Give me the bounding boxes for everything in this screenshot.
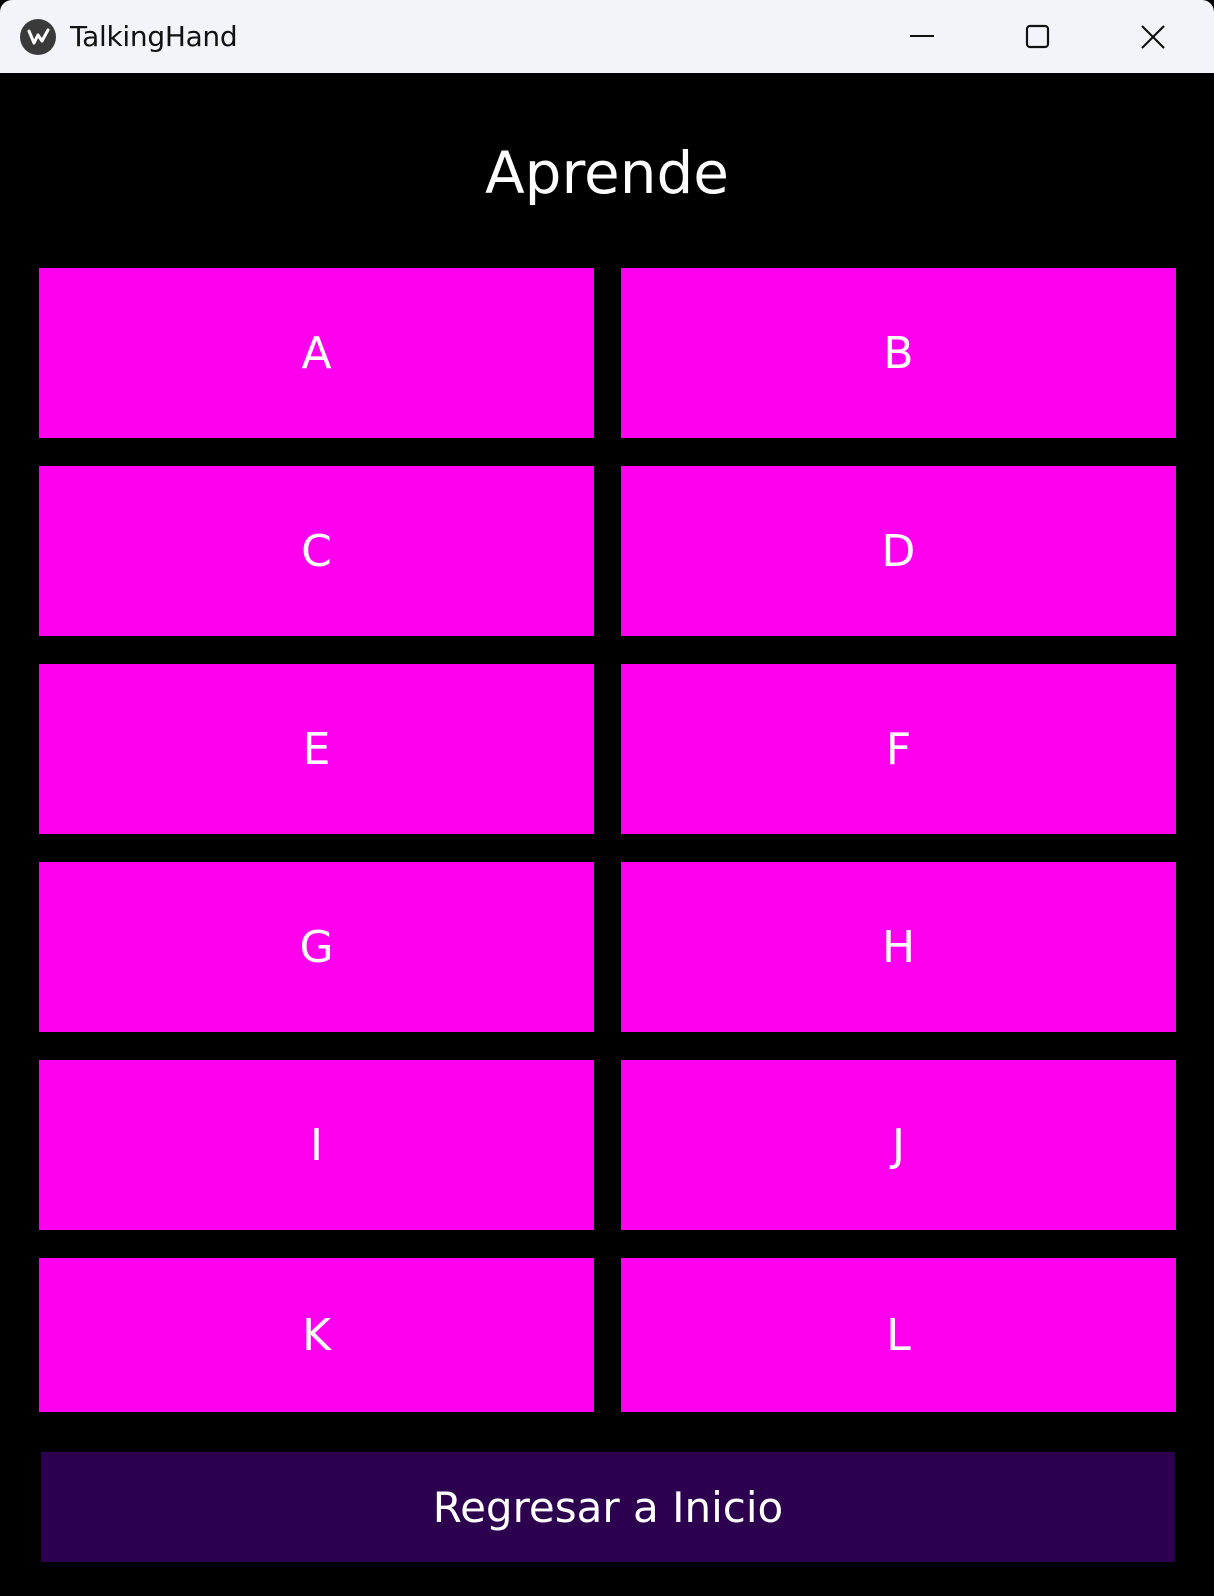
letter-button-i[interactable]: I <box>39 1060 594 1230</box>
minimize-button[interactable] <box>866 0 978 73</box>
letter-button-b[interactable]: B <box>621 268 1176 438</box>
letter-button-g[interactable]: G <box>39 862 594 1032</box>
window-title: TalkingHand <box>70 20 238 53</box>
letter-button-a[interactable]: A <box>39 268 594 438</box>
letter-button-k[interactable]: K <box>39 1258 594 1412</box>
maximize-icon <box>1025 24 1050 49</box>
letter-button-e[interactable]: E <box>39 664 594 834</box>
app-logo-icon <box>20 19 56 55</box>
letter-button-j[interactable]: J <box>621 1060 1176 1230</box>
page-title: Aprende <box>484 139 729 207</box>
maximize-button[interactable] <box>982 0 1094 73</box>
title-bar[interactable]: TalkingHand <box>0 0 1214 73</box>
letter-button-d[interactable]: D <box>621 466 1176 636</box>
letter-button-h[interactable]: H <box>621 862 1176 1032</box>
back-to-home-button[interactable]: Regresar a Inicio <box>41 1452 1175 1562</box>
letter-button-c[interactable]: C <box>39 466 594 636</box>
app-window: TalkingHand Aprende A B C D E F G H I J … <box>0 0 1214 1596</box>
minimize-icon <box>910 35 934 37</box>
letter-button-f[interactable]: F <box>621 664 1176 834</box>
close-button[interactable] <box>1098 0 1210 73</box>
letter-button-l[interactable]: L <box>621 1258 1176 1412</box>
close-icon <box>1141 25 1165 49</box>
